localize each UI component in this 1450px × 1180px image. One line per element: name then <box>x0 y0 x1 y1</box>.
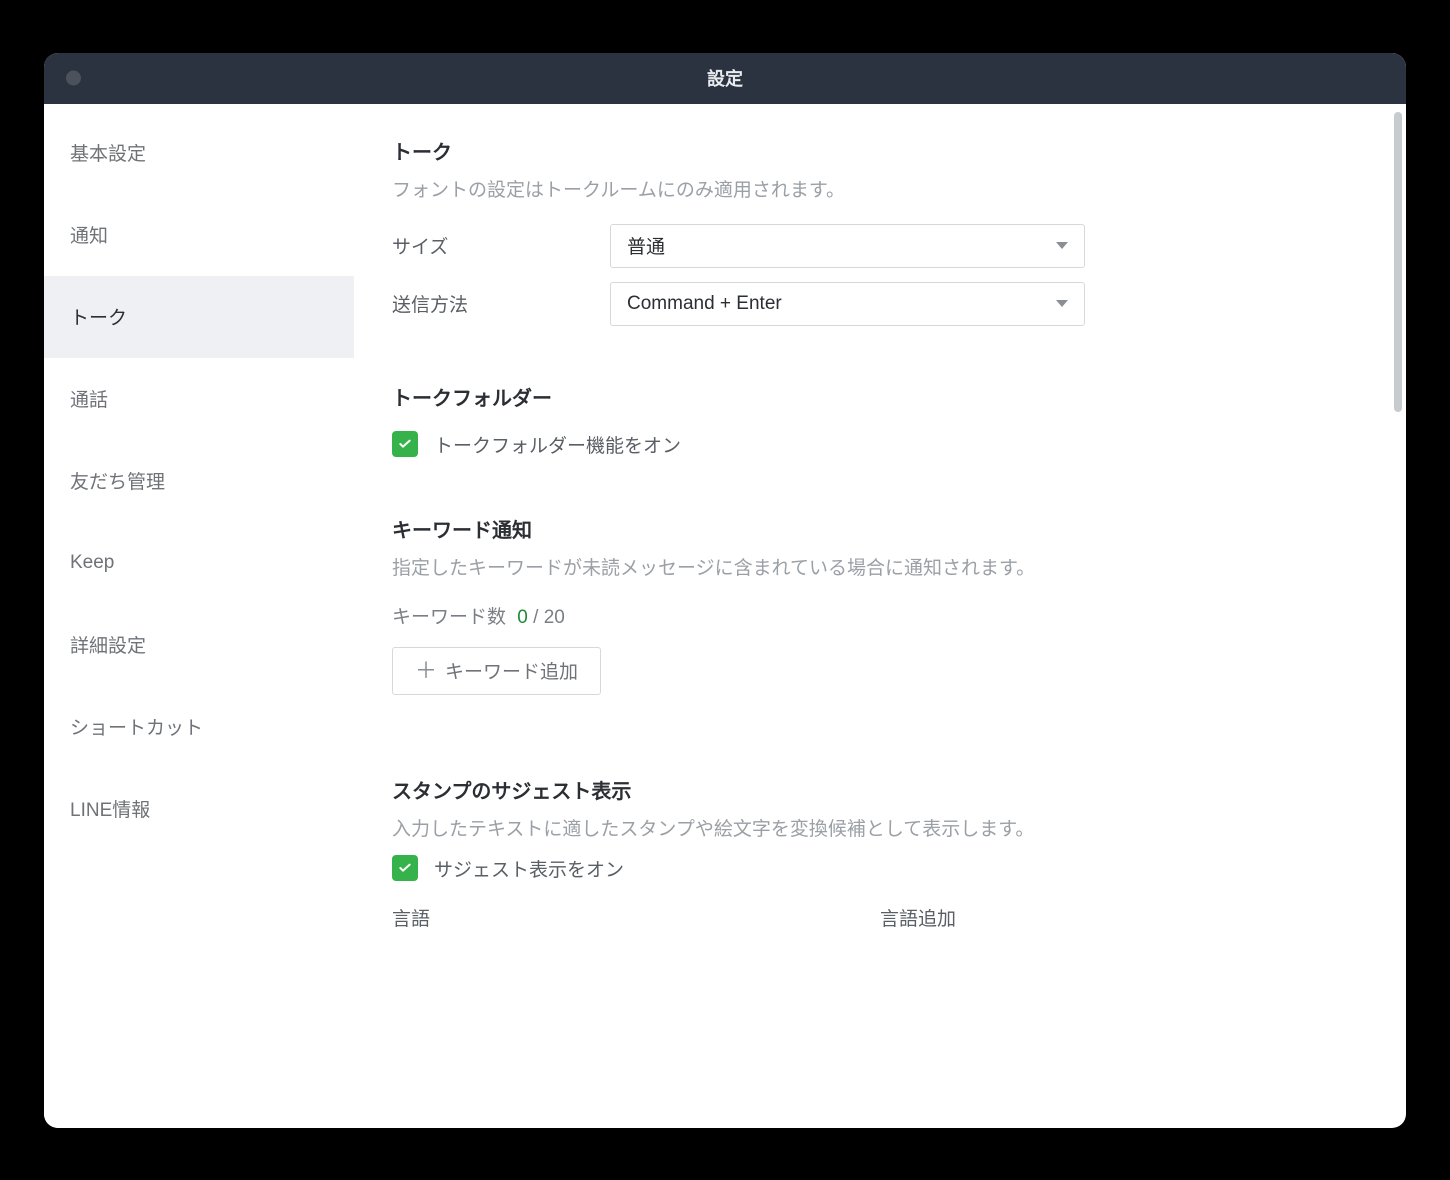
select-value: Command + Enter <box>627 293 782 315</box>
section-talk: トーク フォントの設定はトークルームにのみ適用されます。 サイズ 普通 送信方法… <box>392 136 1368 326</box>
section-title: キーワード通知 <box>392 514 1368 543</box>
close-window-button[interactable] <box>66 71 81 86</box>
check-icon <box>397 436 413 452</box>
sidebar-item-label: トーク <box>70 303 127 330</box>
form-label: サイズ <box>392 232 610 259</box>
sidebar-item-notify[interactable]: 通知 <box>44 194 354 276</box>
section-sticker-suggest: スタンプのサジェスト表示 入力したテキストに適したスタンプや絵文字を変換候補とし… <box>392 775 1368 941</box>
folder-enable-checkbox[interactable] <box>392 431 418 457</box>
checkbox-label: トークフォルダー機能をオン <box>434 431 681 458</box>
content-pane: トーク フォントの設定はトークルームにのみ適用されます。 サイズ 普通 送信方法… <box>354 104 1406 1128</box>
lang-row: 言語 言語追加 <box>392 904 1368 941</box>
section-desc: フォントの設定はトークルームにのみ適用されます。 <box>392 175 1368 202</box>
scrollbar-thumb[interactable] <box>1394 112 1402 412</box>
keyword-count-row: キーワード数 0 / 20 <box>392 602 1368 629</box>
section-title: トーク <box>392 136 1368 165</box>
plus-icon: ＋ <box>415 660 437 682</box>
sidebar-item-shortcut[interactable]: ショートカット <box>44 686 354 768</box>
sticker-checkbox-row: サジェスト表示をオン <box>392 855 1368 882</box>
section-desc: 指定したキーワードが未読メッセージに含まれている場合に通知されます。 <box>392 553 1368 580</box>
section-title: スタンプのサジェスト表示 <box>392 775 1368 804</box>
add-keyword-button[interactable]: ＋ キーワード追加 <box>392 647 601 695</box>
select-value: 普通 <box>627 232 665 259</box>
sidebar-item-label: LINE情報 <box>70 795 150 822</box>
checkbox-label: サジェスト表示をオン <box>434 855 624 882</box>
titlebar: 設定 <box>44 53 1406 104</box>
size-select[interactable]: 普通 <box>610 224 1085 268</box>
keyword-count-label: キーワード数 <box>392 607 506 628</box>
form-row-size: サイズ 普通 <box>392 224 1368 268</box>
sidebar-item-label: Keep <box>70 552 114 574</box>
sticker-suggest-checkbox[interactable] <box>392 855 418 881</box>
sidebar-item-call[interactable]: 通話 <box>44 358 354 440</box>
section-keyword: キーワード通知 指定したキーワードが未読メッセージに含まれている場合に通知されま… <box>392 514 1368 695</box>
sidebar-item-label: 通知 <box>70 221 108 248</box>
sidebar-item-basic[interactable]: 基本設定 <box>44 112 354 194</box>
lang-label: 言語 <box>392 904 880 931</box>
keyword-count-max: 20 <box>544 607 565 628</box>
sidebar-item-advanced[interactable]: 詳細設定 <box>44 604 354 686</box>
check-icon <box>397 860 413 876</box>
form-label: 送信方法 <box>392 290 610 317</box>
send-method-select[interactable]: Command + Enter <box>610 282 1085 326</box>
sidebar-item-keep[interactable]: Keep <box>44 522 354 604</box>
button-label: キーワード追加 <box>445 657 578 684</box>
sidebar-item-label: 詳細設定 <box>70 631 146 658</box>
section-title: トークフォルダー <box>392 382 1368 411</box>
folder-checkbox-row: トークフォルダー機能をオン <box>392 431 1368 458</box>
lang-add-label: 言語追加 <box>880 904 1368 931</box>
sidebar-item-talk[interactable]: トーク <box>44 276 354 358</box>
section-folder: トークフォルダー トークフォルダー機能をオン <box>392 382 1368 458</box>
sidebar-item-label: 友だち管理 <box>70 467 165 494</box>
window-title: 設定 <box>707 65 743 91</box>
section-desc: 入力したテキストに適したスタンプや絵文字を変換候補として表示します。 <box>392 814 1368 841</box>
sidebar-item-label: 基本設定 <box>70 139 146 166</box>
sidebar-item-label: 通話 <box>70 385 108 412</box>
form-row-send: 送信方法 Command + Enter <box>392 282 1368 326</box>
chevron-down-icon <box>1056 242 1068 249</box>
keyword-count-sep: / <box>528 607 544 628</box>
sidebar: 基本設定 通知 トーク 通話 友だち管理 Keep 詳細設定 ショートカット L… <box>44 104 354 1128</box>
lang-col: 言語 <box>392 904 880 941</box>
settings-window: 設定 基本設定 通知 トーク 通話 友だち管理 Keep 詳細設定 ショートカッ… <box>44 53 1406 1128</box>
lang-add-col: 言語追加 <box>880 904 1368 941</box>
window-body: 基本設定 通知 トーク 通話 友だち管理 Keep 詳細設定 ショートカット L… <box>44 104 1406 1128</box>
sidebar-item-lineinfo[interactable]: LINE情報 <box>44 768 354 850</box>
sidebar-item-friends[interactable]: 友だち管理 <box>44 440 354 522</box>
keyword-count-value: 0 <box>517 607 528 628</box>
sidebar-item-label: ショートカット <box>70 713 203 740</box>
chevron-down-icon <box>1056 300 1068 307</box>
